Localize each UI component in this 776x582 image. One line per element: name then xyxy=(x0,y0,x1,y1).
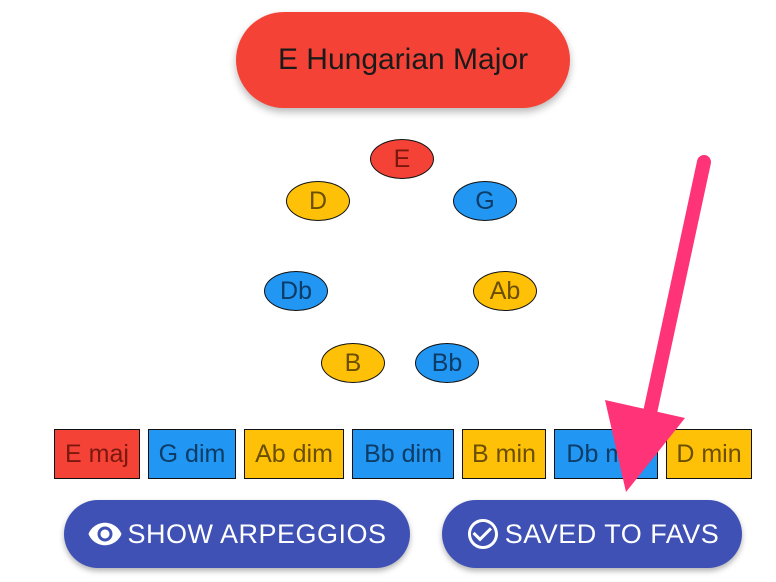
eye-icon xyxy=(87,516,123,552)
note-d[interactable]: D xyxy=(286,181,350,221)
chord-g-dim[interactable]: G dim xyxy=(148,429,236,479)
chord-ab-dim[interactable]: Ab dim xyxy=(244,429,344,479)
note-bb[interactable]: Bb xyxy=(415,343,479,383)
saved-to-favs-button[interactable]: SAVED TO FAVS xyxy=(442,500,742,568)
scale-title[interactable]: E Hungarian Major xyxy=(236,12,570,108)
show-arpeggios-button[interactable]: SHOW ARPEGGIOS xyxy=(64,500,410,568)
chord-db-min[interactable]: Db min xyxy=(554,429,658,479)
note-b[interactable]: B xyxy=(321,343,385,383)
note-e[interactable]: E xyxy=(370,139,434,179)
check-circle-icon xyxy=(465,516,501,552)
show-arpeggios-label: SHOW ARPEGGIOS xyxy=(127,518,387,549)
note-db[interactable]: Db xyxy=(264,271,328,311)
saved-to-favs-label: SAVED TO FAVS xyxy=(504,518,720,549)
chord-bb-dim[interactable]: Bb dim xyxy=(352,429,454,479)
note-ab[interactable]: Ab xyxy=(473,271,537,311)
note-g[interactable]: G xyxy=(453,181,517,221)
chord-d-min[interactable]: D min xyxy=(666,429,752,479)
chord-e-maj[interactable]: E maj xyxy=(54,429,140,479)
chord-b-min[interactable]: B min xyxy=(462,429,546,479)
